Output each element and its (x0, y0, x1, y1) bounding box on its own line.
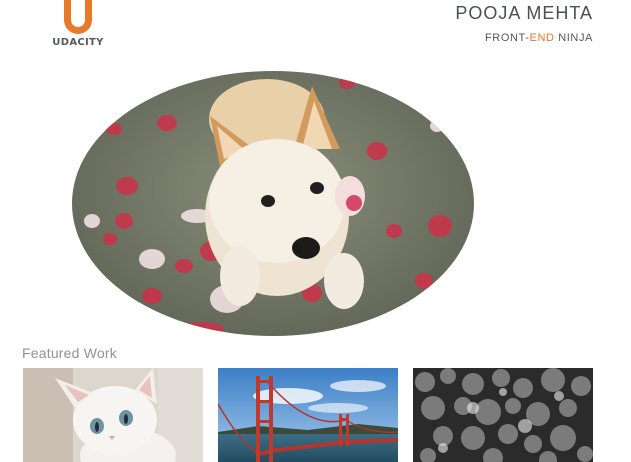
bokeh-photo (413, 368, 593, 462)
featured-item-golden-gate[interactable] (218, 368, 398, 462)
tagline-start: FRONT- (484, 32, 530, 44)
puppy-photo (72, 71, 474, 336)
udacity-logo[interactable]: UDACITY (52, 0, 104, 50)
page-title: POOJA MEHTA (455, 3, 593, 23)
featured-work-heading: Featured Work (22, 345, 117, 361)
kitten-photo (23, 368, 203, 462)
golden-gate-photo (218, 368, 398, 462)
udacity-logo-icon (64, 0, 92, 34)
tagline-end: NINJA (554, 32, 593, 44)
tagline: FRONT-END NINJA (485, 32, 593, 44)
featured-item-kitten[interactable] (23, 368, 203, 462)
featured-item-bokeh[interactable] (413, 368, 593, 462)
tagline-accent: END (529, 32, 555, 44)
logo-text: UDACITY (52, 37, 104, 48)
hero-image (72, 71, 474, 336)
